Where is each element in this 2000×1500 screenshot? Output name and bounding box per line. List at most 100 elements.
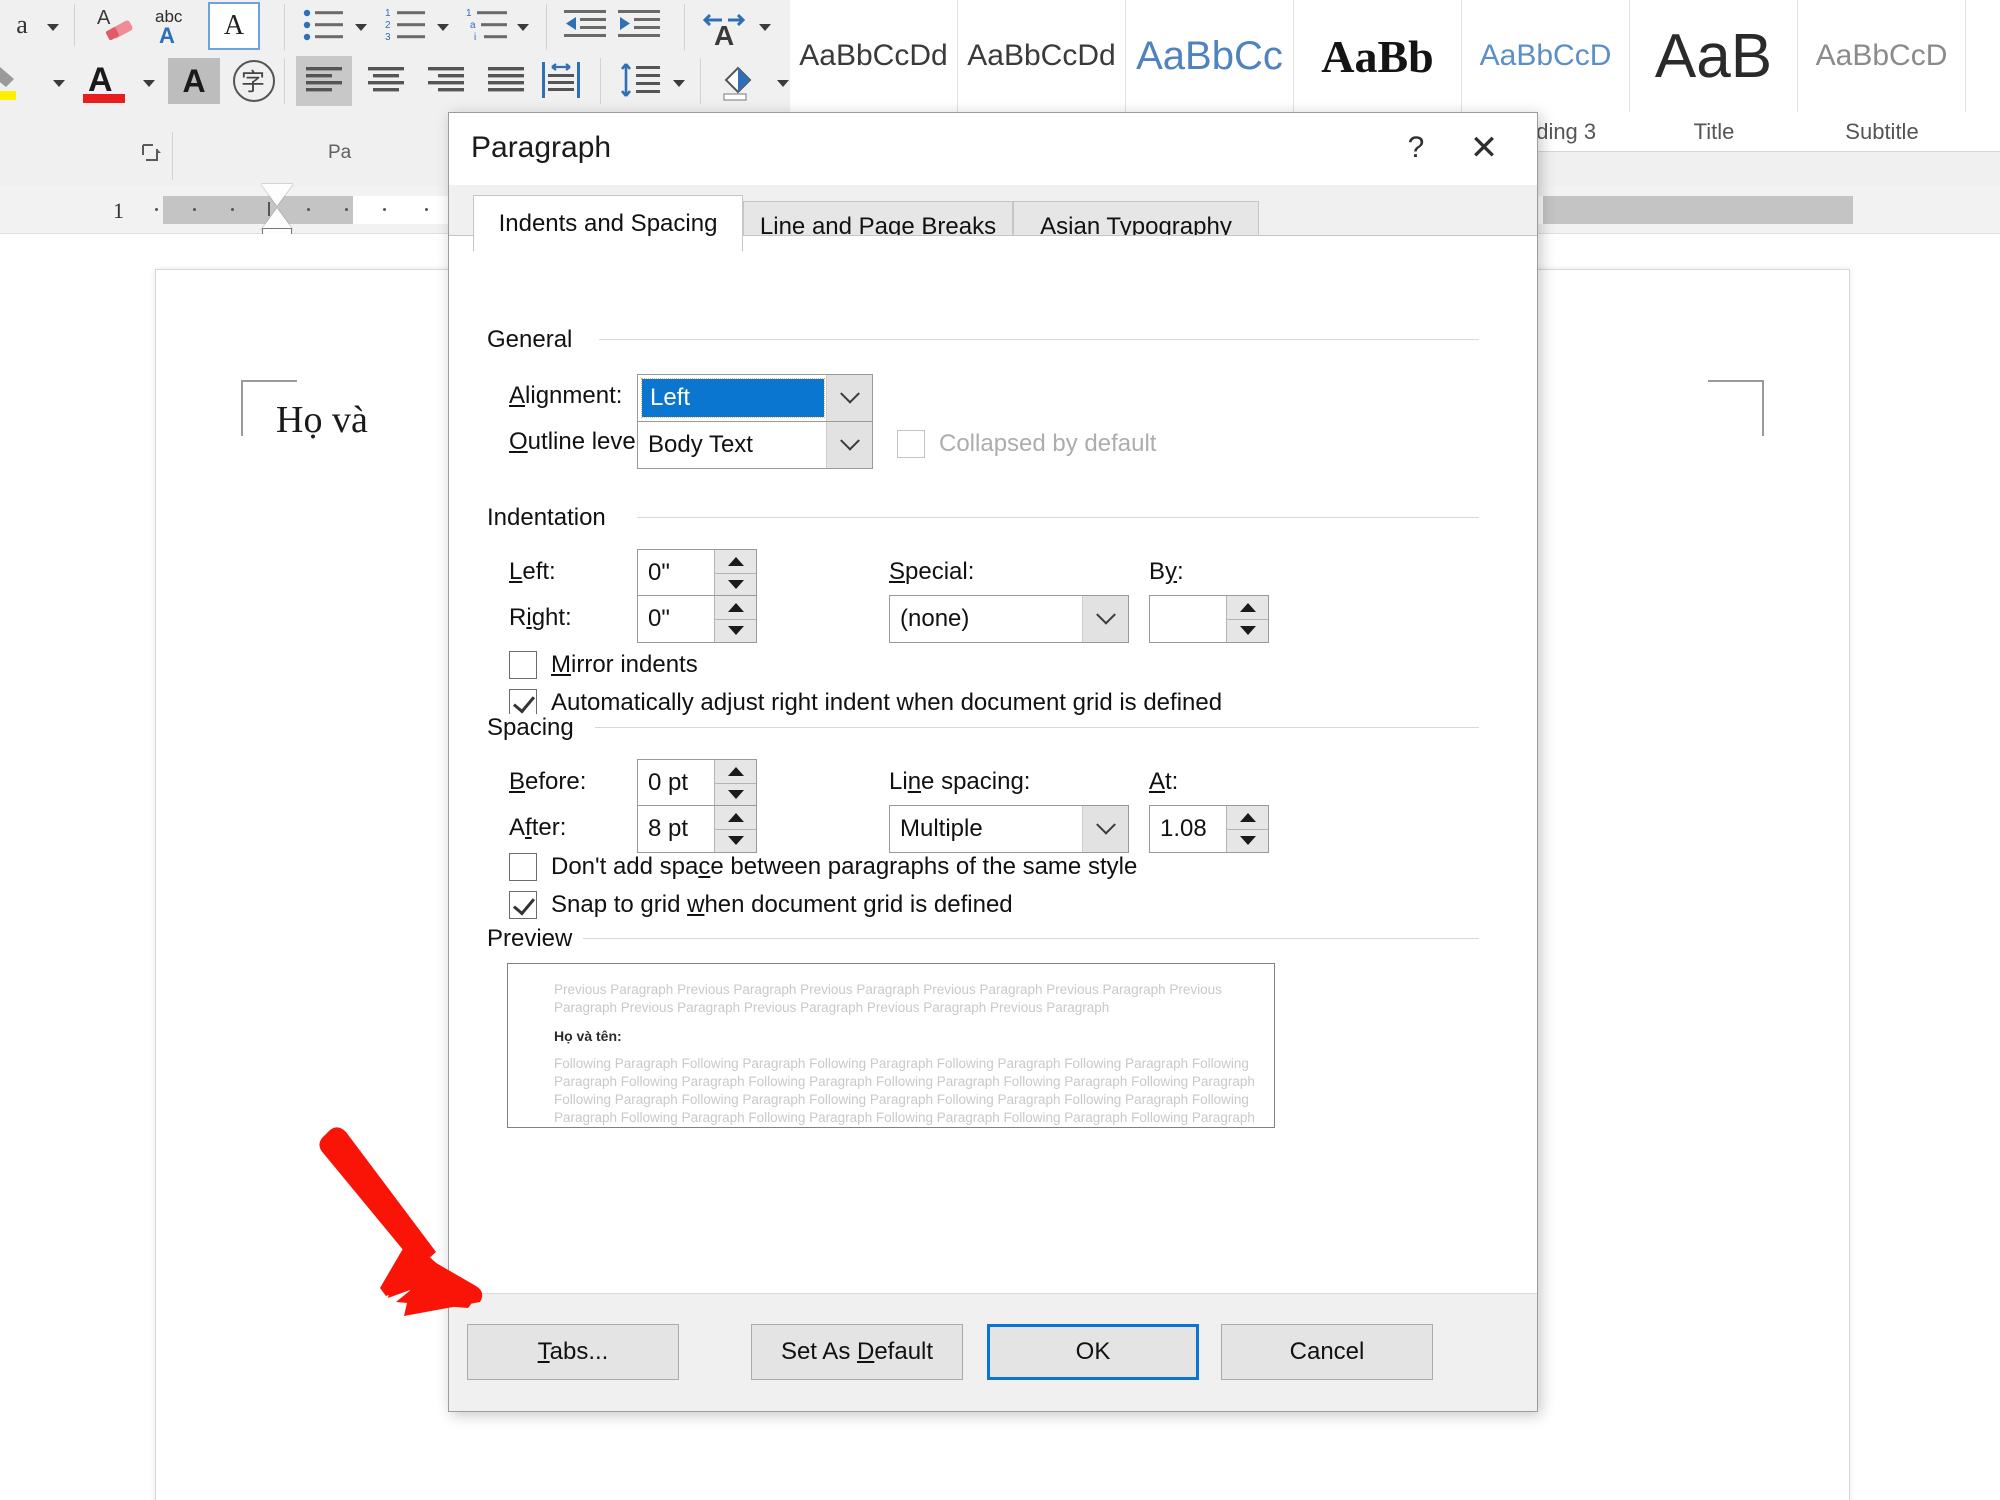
spinner-down-icon[interactable] — [1226, 828, 1268, 852]
bullet-list-icon[interactable] — [300, 3, 348, 47]
special-combobox[interactable]: (none) — [889, 595, 1129, 643]
spacing-after-spinner[interactable]: 8 pt — [637, 805, 757, 853]
spinner-down-icon[interactable] — [1226, 618, 1268, 642]
snap-to-grid-checkbox[interactable]: Snap to grid when document grid is defin… — [509, 891, 1013, 919]
spinner-up-icon[interactable] — [1226, 596, 1268, 619]
numbered-list-icon[interactable]: 1 2 3 — [382, 3, 430, 47]
spinner-buttons[interactable] — [1226, 806, 1268, 852]
by-spinner[interactable] — [1149, 595, 1269, 643]
dialog-body: General Alignment: Left Outline level: B… — [449, 235, 1537, 1295]
font-color-icon[interactable]: A — [78, 56, 132, 106]
tab-indents-and-spacing[interactable]: Indents and Spacing — [473, 195, 743, 251]
spinner-buttons[interactable] — [714, 596, 756, 642]
distributed-icon[interactable] — [534, 54, 590, 108]
checkbox-box[interactable] — [897, 430, 925, 458]
chevron-down-icon[interactable] — [432, 16, 454, 38]
increase-indent-icon[interactable] — [614, 3, 664, 47]
chevron-down-icon[interactable] — [350, 16, 372, 38]
chevron-down-icon[interactable] — [1082, 596, 1128, 642]
align-right-icon[interactable] — [418, 56, 474, 106]
spinner-down-icon[interactable] — [714, 572, 756, 596]
alignment-combobox[interactable]: Left — [637, 374, 873, 422]
style-preview-normal[interactable]: AaBbCcDd — [790, 0, 958, 112]
chevron-down-icon[interactable] — [1082, 806, 1128, 852]
multilevel-list-icon[interactable]: 1 a i — [464, 3, 512, 47]
paragraph-dialog-launcher-icon[interactable] — [138, 140, 168, 170]
asian-layout-icon[interactable]: A — [700, 2, 754, 48]
spinner-buttons[interactable] — [1226, 596, 1268, 642]
spinner-buttons[interactable] — [714, 806, 756, 852]
spinner-down-icon[interactable] — [714, 828, 756, 852]
style-preview-no-spacing[interactable]: AaBbCcDd — [958, 0, 1126, 112]
help-icon[interactable]: ? — [1391, 125, 1441, 171]
spinner-up-icon[interactable] — [714, 760, 756, 783]
document-body-text[interactable]: Họ và — [276, 398, 368, 442]
style-preview-title[interactable]: AaB — [1630, 0, 1798, 112]
spelling-abc-icon[interactable]: abc A — [148, 2, 202, 50]
spinner-down-icon[interactable] — [714, 618, 756, 642]
style-label-title[interactable]: Title — [1630, 112, 1798, 152]
spinner-buttons[interactable] — [714, 760, 756, 806]
decrease-indent-icon[interactable] — [560, 3, 610, 47]
font-size-dropdown[interactable]: a — [0, 2, 44, 48]
line-spacing-at-spinner[interactable]: 1.08 — [1149, 805, 1269, 853]
outline-level-combobox[interactable]: Body Text — [637, 421, 873, 469]
hanging-indent-marker[interactable] — [261, 208, 293, 230]
spinner-down-icon[interactable] — [714, 782, 756, 806]
checkbox-box[interactable] — [509, 853, 537, 881]
enclose-characters-icon[interactable]: 字 — [228, 58, 280, 104]
style-preview-heading-2[interactable]: AaBb — [1294, 0, 1462, 112]
cancel-button[interactable]: Cancel — [1221, 1324, 1433, 1380]
collapsed-by-default-checkbox[interactable]: Collapsed by default — [897, 430, 1156, 458]
chevron-down-icon[interactable] — [138, 72, 160, 94]
spacing-after-label: After: — [509, 814, 567, 841]
spinner-up-icon[interactable] — [714, 550, 756, 573]
spacing-before-value: 0 pt — [648, 769, 689, 796]
spinner-up-icon[interactable] — [714, 596, 756, 619]
style-preview-heading-3[interactable]: AaBbCcD — [1462, 0, 1630, 112]
chevron-down-icon[interactable] — [512, 16, 534, 38]
character-border-icon[interactable]: A — [208, 2, 260, 50]
line-spacing-label: Line spacing: — [889, 768, 1031, 795]
text-highlight-color-icon[interactable] — [0, 58, 34, 104]
dont-add-space-checkbox[interactable]: Don't add space between paragraphs of th… — [509, 853, 1137, 881]
chevron-down-icon[interactable] — [42, 16, 64, 38]
style-preview-subtitle[interactable]: AaBbCcD — [1798, 0, 1966, 112]
close-icon[interactable]: ✕ — [1459, 125, 1509, 171]
chevron-down-icon[interactable] — [826, 375, 872, 421]
clear-formatting-icon[interactable]: A — [90, 2, 142, 50]
svg-text:A: A — [714, 20, 734, 47]
line-spacing-icon[interactable] — [614, 56, 668, 106]
style-preview-heading-1[interactable]: AaBbCc — [1126, 0, 1294, 112]
chevron-down-icon[interactable] — [754, 16, 776, 38]
dialog-title: Paragraph — [471, 131, 612, 164]
checkbox-box[interactable] — [509, 689, 537, 717]
checkbox-box[interactable] — [509, 651, 537, 679]
ok-button[interactable]: OK — [987, 1324, 1199, 1380]
auto-adjust-right-indent-checkbox[interactable]: Automatically adjust right indent when d… — [509, 689, 1222, 717]
spinner-buttons[interactable] — [714, 550, 756, 596]
spinner-up-icon[interactable] — [1226, 806, 1268, 829]
indent-right-spinner[interactable]: 0" — [637, 595, 757, 643]
chevron-down-icon[interactable] — [48, 72, 70, 94]
indent-left-spinner[interactable]: 0" — [637, 549, 757, 597]
justify-icon[interactable] — [478, 56, 534, 106]
set-as-default-button[interactable]: Set As Default — [751, 1324, 963, 1380]
text-effects-icon[interactable]: A — [168, 58, 220, 104]
checkbox-box[interactable] — [509, 891, 537, 919]
style-label-subtitle[interactable]: Subtitle — [1798, 112, 1966, 152]
chevron-down-icon[interactable] — [668, 72, 690, 94]
spacing-before-spinner[interactable]: 0 pt — [637, 759, 757, 807]
mirror-indents-checkbox[interactable]: Mirror indents — [509, 651, 698, 679]
line-spacing-combobox[interactable]: Multiple — [889, 805, 1129, 853]
chevron-down-icon[interactable] — [826, 422, 872, 468]
first-line-indent-marker[interactable] — [261, 184, 293, 206]
shading-icon[interactable] — [712, 54, 768, 108]
style-preview-text: AaBbCc — [1136, 33, 1283, 78]
align-left-icon[interactable] — [296, 56, 352, 106]
style-label-subtle-emphasis[interactable]: Su — [1966, 112, 2000, 152]
align-center-icon[interactable] — [358, 56, 414, 106]
spinner-up-icon[interactable] — [714, 806, 756, 829]
style-preview-subtle-emphasis[interactable]: A — [1966, 0, 2000, 112]
line-spacing-at-label: At: — [1149, 768, 1179, 795]
